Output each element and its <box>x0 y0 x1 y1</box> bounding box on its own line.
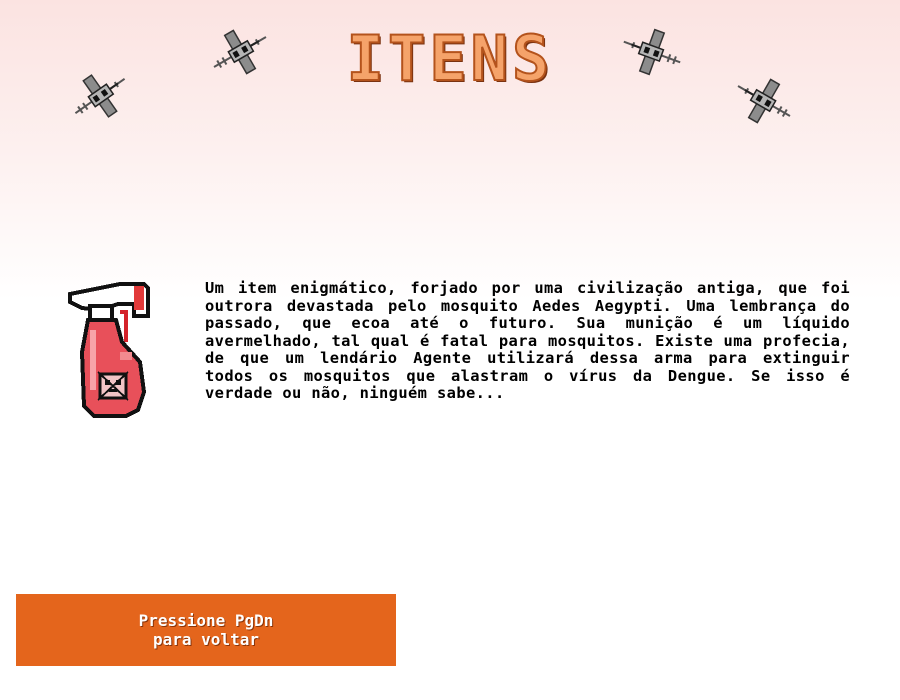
back-button[interactable]: Pressione PgDn para voltar <box>16 594 396 666</box>
item-description: Um item enigmático, forjado por uma civi… <box>205 279 850 402</box>
screen-title: ITENS <box>346 22 554 95</box>
spray-bottle-icon <box>68 282 150 418</box>
back-button-label: Pressione PgDn para voltar <box>138 611 274 649</box>
